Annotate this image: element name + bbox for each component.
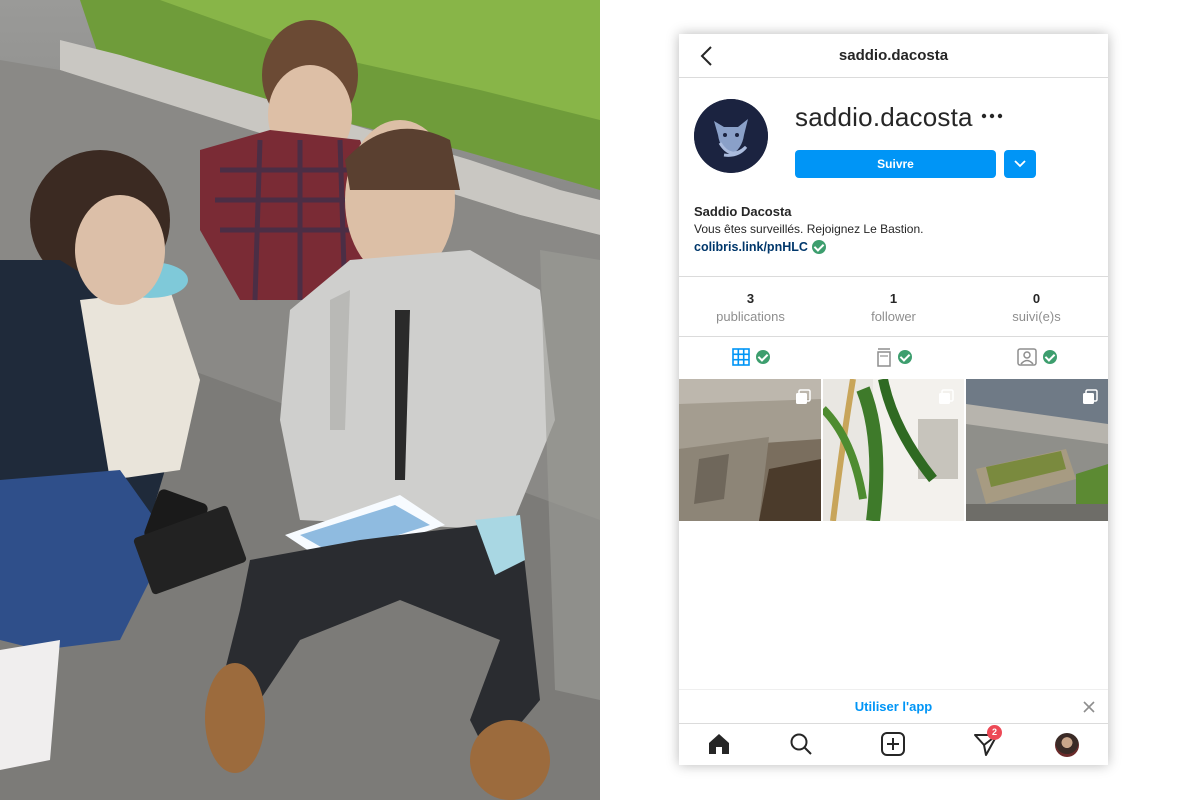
profile-username: saddio.dacosta [795,102,973,132]
header-title: saddio.dacosta [838,47,949,64]
stat-label: follower [871,309,916,324]
top-bar: saddio.dacosta [679,34,1108,78]
suggestions-dropdown-button[interactable] [1004,150,1036,178]
follow-button[interactable]: Suivre [795,150,996,178]
profile-link[interactable]: colibris.link/pnHLC [694,240,826,254]
check-icon [1042,350,1057,364]
group-photo [0,0,600,800]
stat-following[interactable]: 0 suivi(e)s [965,277,1108,336]
profile-tabs [679,336,1108,378]
grid-icon [731,348,750,366]
profile-full-name: Saddio Dacosta [694,204,792,219]
multiple-photos-icon [1083,389,1098,404]
own-profile-avatar[interactable] [1055,733,1079,757]
more-options-icon[interactable] [979,104,1005,128]
search-icon[interactable] [788,731,814,757]
chevron-down-icon [1014,160,1026,168]
fox-logo-icon [694,99,768,173]
post-thumbnail[interactable] [966,379,1108,521]
notification-badge: 2 [987,725,1002,740]
post-thumbnail[interactable] [679,379,821,521]
stat-value: 1 [889,291,898,306]
profile-avatar[interactable] [694,99,768,173]
use-app-link[interactable]: Utiliser l'app [679,699,1108,714]
tab-posts-grid[interactable] [679,336,822,378]
check-icon [755,350,770,364]
direct-messages-icon[interactable]: 2 [973,725,1002,757]
stat-label: suivi(e)s [1012,309,1061,324]
stat-label: publications [716,309,785,324]
instagram-profile-screen: saddio.dacosta saddio.dacosta Suivre Sad… [679,34,1108,765]
check-icon [897,350,912,364]
home-icon[interactable] [706,731,732,757]
profile-bio: Vous êtes surveillés. Rejoignez Le Basti… [694,222,924,236]
stat-value: 0 [1032,291,1041,306]
profile-stats: 3 publications 1 follower 0 suivi(e)s [679,276,1108,337]
posts-grid [679,379,1108,521]
multiple-photos-icon [795,389,811,404]
tab-igtv[interactable] [822,336,965,378]
profile-link-text[interactable]: colibris.link/pnHLC [694,240,808,254]
use-app-banner: Utiliser l'app [679,689,1108,724]
stat-value: 3 [746,291,755,306]
check-icon [811,240,826,254]
igtv-icon [876,348,891,367]
close-icon[interactable] [1082,700,1096,714]
tab-tagged[interactable] [965,336,1108,378]
stat-followers[interactable]: 1 follower [822,277,965,336]
stat-publications[interactable]: 3 publications [679,277,822,336]
post-thumbnail[interactable] [822,379,965,521]
new-post-icon[interactable] [880,731,906,757]
bottom-navigation: 2 [679,723,1108,765]
multiple-photos-icon [939,389,955,404]
tagged-icon [1016,348,1037,366]
